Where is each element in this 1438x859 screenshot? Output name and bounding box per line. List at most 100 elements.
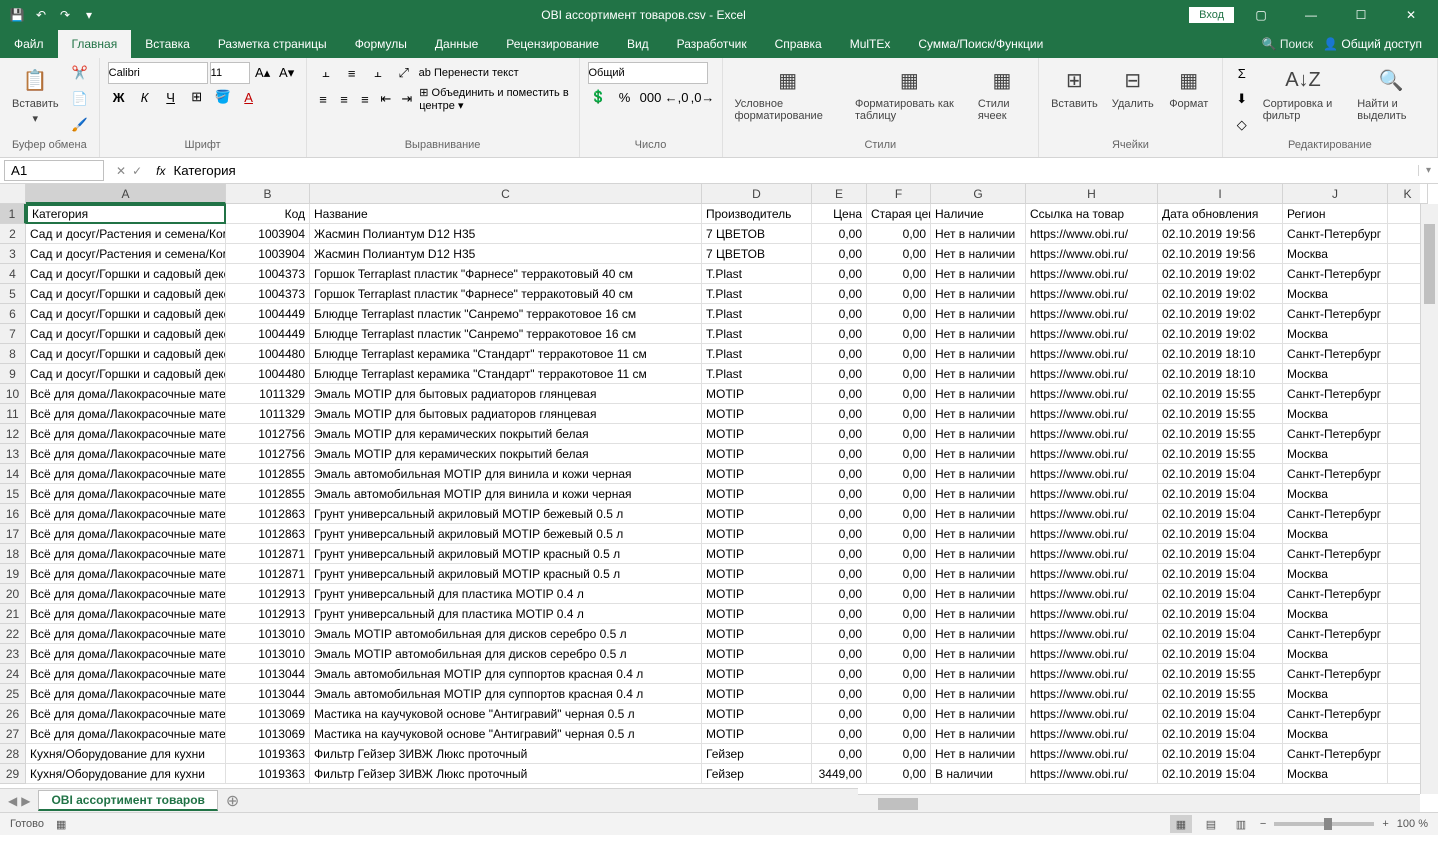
row-header-14[interactable]: 14 <box>0 464 26 484</box>
cell[interactable] <box>1388 464 1420 484</box>
align-bottom-icon[interactable]: ⫠ <box>367 62 389 84</box>
cell[interactable]: 0,00 <box>867 504 931 524</box>
cell[interactable]: Всё для дома/Лакокрасочные материалы <box>26 664 226 684</box>
cell[interactable]: 1013069 <box>226 724 310 744</box>
cell[interactable]: 0,00 <box>812 744 867 764</box>
cell[interactable]: Москва <box>1283 364 1388 384</box>
cell[interactable]: 02.10.2019 18:10 <box>1158 344 1283 364</box>
cell[interactable]: 0,00 <box>812 304 867 324</box>
autosum-icon[interactable]: Σ <box>1231 62 1253 84</box>
tab-view[interactable]: Вид <box>613 30 663 58</box>
cell[interactable]: Нет в наличии <box>931 364 1026 384</box>
view-page-break-icon[interactable]: ▥ <box>1230 815 1252 833</box>
cell[interactable]: Грунт универсальный акриловый MOTIP крас… <box>310 564 702 584</box>
conditional-formatting-button[interactable]: ▦Условное форматирование <box>731 62 845 124</box>
cell[interactable]: Всё для дома/Лакокрасочные материалы <box>26 504 226 524</box>
cell[interactable]: Кухня/Оборудование для кухни <box>26 764 226 784</box>
cell[interactable]: 0,00 <box>867 724 931 744</box>
cell[interactable]: Цена <box>812 204 867 224</box>
cell[interactable]: 0,00 <box>867 284 931 304</box>
cell[interactable]: 1013044 <box>226 664 310 684</box>
format-cells-button[interactable]: ▦Формат <box>1164 62 1214 112</box>
cell[interactable]: https://www.obi.ru/ <box>1026 544 1158 564</box>
name-box[interactable] <box>4 160 104 181</box>
cell[interactable]: 1004449 <box>226 304 310 324</box>
cell[interactable]: 0,00 <box>867 264 931 284</box>
cell[interactable]: 02.10.2019 19:56 <box>1158 224 1283 244</box>
row-header-21[interactable]: 21 <box>0 604 26 624</box>
select-all-button[interactable] <box>0 184 26 204</box>
cell[interactable]: Нет в наличии <box>931 384 1026 404</box>
cell[interactable]: T.Plast <box>702 264 812 284</box>
cell[interactable]: 02.10.2019 19:02 <box>1158 324 1283 344</box>
cell[interactable]: 02.10.2019 15:55 <box>1158 424 1283 444</box>
cell[interactable]: 02.10.2019 15:04 <box>1158 464 1283 484</box>
cell[interactable]: Всё для дома/Лакокрасочные материалы <box>26 404 226 424</box>
cell[interactable]: Нет в наличии <box>931 564 1026 584</box>
zoom-in-icon[interactable]: + <box>1382 818 1388 830</box>
zoom-level[interactable]: 100 % <box>1397 818 1428 830</box>
cell[interactable]: 1012756 <box>226 444 310 464</box>
tab-developer[interactable]: Разработчик <box>663 30 761 58</box>
cell[interactable]: https://www.obi.ru/ <box>1026 484 1158 504</box>
row-header-1[interactable]: 1 <box>0 204 26 224</box>
cell[interactable]: MOTIP <box>702 584 812 604</box>
cell[interactable]: Санкт-Петербург <box>1283 424 1388 444</box>
cell[interactable]: 1019363 <box>226 744 310 764</box>
cell[interactable]: MOTIP <box>702 384 812 404</box>
cell[interactable]: 0,00 <box>812 524 867 544</box>
cell[interactable]: https://www.obi.ru/ <box>1026 224 1158 244</box>
row-header-8[interactable]: 8 <box>0 344 26 364</box>
zoom-out-icon[interactable]: − <box>1260 818 1266 830</box>
cell[interactable]: https://www.obi.ru/ <box>1026 584 1158 604</box>
cell[interactable] <box>1388 484 1420 504</box>
cell[interactable]: Грунт универсальный акриловый MOTIP беже… <box>310 524 702 544</box>
tab-sumsearch[interactable]: Сумма/Поиск/Функции <box>904 30 1057 58</box>
cell[interactable]: 02.10.2019 15:55 <box>1158 684 1283 704</box>
cell[interactable] <box>1388 264 1420 284</box>
formula-input[interactable] <box>171 161 1418 180</box>
cell[interactable]: Москва <box>1283 644 1388 664</box>
paste-button[interactable]: 📋 Вставить ▾ <box>8 62 63 127</box>
cell[interactable]: 1004480 <box>226 344 310 364</box>
cell[interactable]: https://www.obi.ru/ <box>1026 424 1158 444</box>
column-header-B[interactable]: B <box>226 184 310 204</box>
cell[interactable]: 02.10.2019 15:55 <box>1158 384 1283 404</box>
cell[interactable]: 0,00 <box>812 724 867 744</box>
cell[interactable]: Санкт-Петербург <box>1283 344 1388 364</box>
cell[interactable]: Производитель <box>702 204 812 224</box>
cell[interactable]: 0,00 <box>812 364 867 384</box>
cell[interactable]: 02.10.2019 18:10 <box>1158 364 1283 384</box>
cell[interactable]: 0,00 <box>812 564 867 584</box>
cell[interactable]: 0,00 <box>812 604 867 624</box>
italic-icon[interactable]: К <box>134 86 156 108</box>
cell[interactable]: 1004373 <box>226 284 310 304</box>
cell[interactable]: MOTIP <box>702 524 812 544</box>
decrease-indent-icon[interactable]: ⇤ <box>377 88 394 110</box>
cell[interactable]: Всё для дома/Лакокрасочные материалы <box>26 544 226 564</box>
cell[interactable]: Сад и досуг/Горшки и садовый декор <box>26 324 226 344</box>
cell[interactable]: 0,00 <box>867 384 931 404</box>
cell[interactable]: 7 ЦВЕТОВ <box>702 244 812 264</box>
cells-area[interactable]: КатегорияКодНазваниеПроизводительЦенаСта… <box>26 204 1420 794</box>
cell[interactable]: 0,00 <box>867 404 931 424</box>
cell[interactable]: 7 ЦВЕТОВ <box>702 224 812 244</box>
cell[interactable]: 0,00 <box>867 684 931 704</box>
cell[interactable]: Москва <box>1283 764 1388 784</box>
cell[interactable] <box>1388 384 1420 404</box>
cell[interactable]: 0,00 <box>812 404 867 424</box>
cell[interactable]: 0,00 <box>867 304 931 324</box>
cell[interactable]: Сад и досуг/Растения и семена/Комнатные <box>26 244 226 264</box>
cell[interactable]: В наличии <box>931 764 1026 784</box>
cell[interactable]: Москва <box>1283 284 1388 304</box>
cell[interactable]: 02.10.2019 19:02 <box>1158 284 1283 304</box>
tab-home[interactable]: Главная <box>58 30 132 58</box>
cell[interactable]: Горшок Terraplast пластик "Фарнесе" терр… <box>310 264 702 284</box>
cell[interactable]: Москва <box>1283 404 1388 424</box>
cell[interactable]: 0,00 <box>867 484 931 504</box>
cell[interactable]: Сад и досуг/Горшки и садовый декор <box>26 264 226 284</box>
cell[interactable]: https://www.obi.ru/ <box>1026 764 1158 784</box>
column-header-H[interactable]: H <box>1026 184 1158 204</box>
cell[interactable]: Эмаль автомобильная MOTIP для суппортов … <box>310 684 702 704</box>
cell[interactable]: 0,00 <box>812 444 867 464</box>
